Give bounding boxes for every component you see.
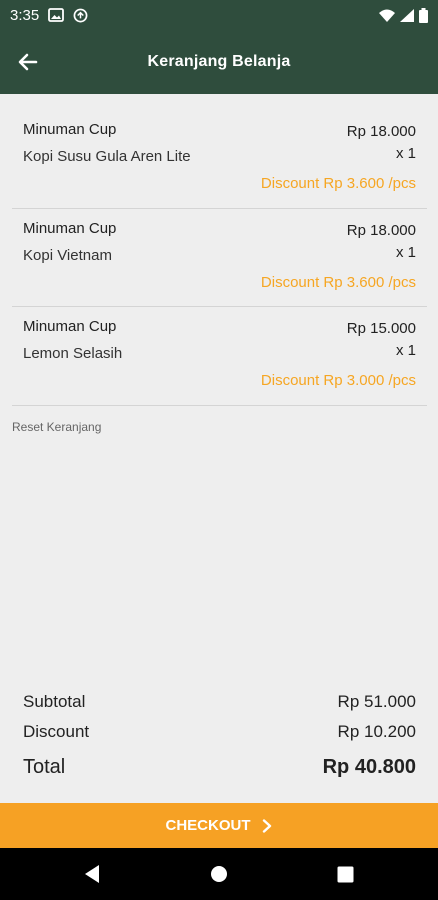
item-price: Rp 18.000 (346, 123, 416, 140)
subtotal-value: Rp 51.000 (337, 692, 416, 711)
item-discount: Discount Rp 3.600 /pcs (260, 273, 416, 291)
item-price: Rp 18.000 (346, 221, 416, 239)
discount-value: Rp 10.200 (337, 722, 416, 741)
item-price: Rp 15.000 (346, 320, 416, 337)
item-discount: Discount Rp 3.600 /pcs (260, 175, 416, 192)
wifi-icon (379, 9, 395, 22)
chevron-right-icon (262, 818, 271, 833)
subtotal-row: Subtotal Rp 51.000 (23, 692, 416, 712)
circle-home-icon (211, 866, 227, 882)
status-time: 3:35 (10, 6, 40, 24)
cart-list: Minuman Cup Kopi Susu Gula Aren Lite Rp … (12, 110, 427, 406)
image-notification-icon (48, 8, 65, 22)
status-bar: 3:35 (0, 0, 438, 30)
total-row: Total Rp 40.800 (23, 756, 416, 779)
cart-item[interactable]: Minuman Cup Kopi Vietnam Rp 18.000 x 1 D… (12, 209, 427, 307)
item-category: Minuman Cup (23, 219, 117, 237)
triangle-back-icon (85, 865, 99, 883)
arrow-back-icon (18, 53, 38, 71)
item-discount: Discount Rp 3.000 /pcs (260, 372, 416, 389)
app-bar: Keranjang Belanja (0, 30, 438, 94)
total-label: Total (23, 756, 66, 778)
sync-icon (73, 8, 88, 23)
item-name: Kopi Vietnam (23, 246, 112, 264)
battery-icon (419, 7, 428, 23)
item-name: Kopi Susu Gula Aren Lite (23, 148, 191, 165)
signal-icon (400, 8, 414, 22)
item-quantity: x 1 (395, 145, 416, 162)
checkout-label: CHECKOUT (165, 817, 251, 834)
nav-home-button[interactable] (207, 862, 231, 886)
subtotal-label: Subtotal (23, 692, 86, 711)
discount-label: Discount (23, 722, 90, 741)
total-value: Rp 40.800 (322, 756, 416, 778)
cart-item[interactable]: Minuman Cup Lemon Selasih Rp 15.000 x 1 … (12, 307, 427, 406)
item-category: Minuman Cup (23, 318, 117, 335)
system-nav-bar (0, 848, 438, 900)
item-quantity: x 1 (395, 243, 416, 261)
item-name: Lemon Selasih (23, 345, 123, 362)
back-button[interactable] (14, 48, 42, 76)
discount-row: Discount Rp 10.200 (23, 722, 416, 742)
square-recents-icon (337, 866, 353, 882)
item-category: Minuman Cup (23, 121, 117, 138)
cart-item[interactable]: Minuman Cup Kopi Susu Gula Aren Lite Rp … (12, 110, 427, 209)
checkout-button[interactable]: CHECKOUT (0, 803, 438, 848)
nav-recents-button[interactable] (333, 862, 357, 886)
page-title: Keranjang Belanja (147, 53, 291, 70)
reset-cart-link[interactable]: Reset Keranjang (12, 420, 101, 434)
item-quantity: x 1 (395, 342, 416, 359)
nav-back-button[interactable] (80, 862, 104, 886)
